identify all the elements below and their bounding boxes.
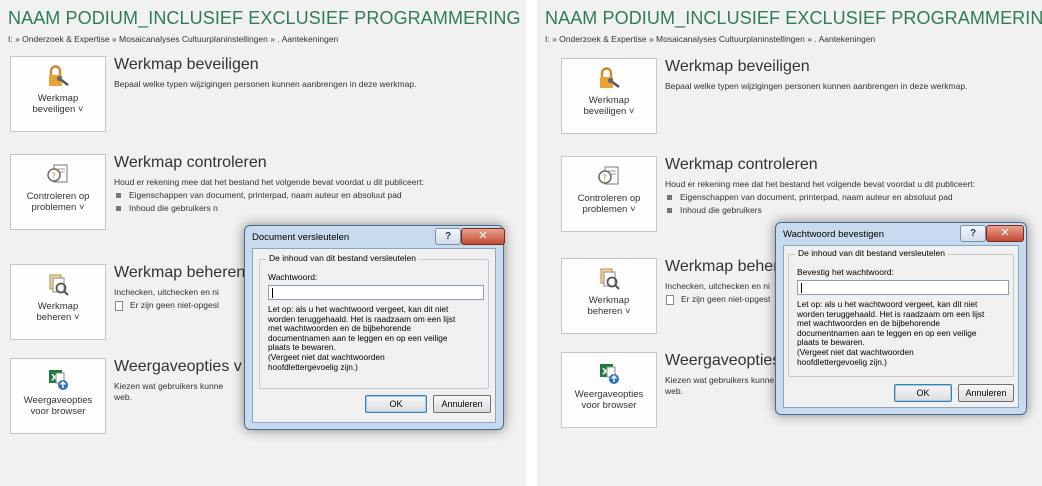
inspect-description: Houd er rekening mee dat het bestand het… [665,179,995,216]
lock-key-icon [600,67,620,88]
check-issues-button[interactable]: ? Controleren op problemen ˅ [10,154,106,230]
inspect-bullet-1: Eigenschappen van document, printerpad, … [665,192,995,203]
inspect-document-icon: ? [47,164,68,183]
password-input[interactable] [268,285,484,300]
workbook-title: NAAM PODIUM_INCLUSIEF EXCLUSIEF PROGRAMM… [8,8,526,28]
close-button[interactable]: ✕ [986,225,1024,242]
right-screenshot-panel: NAAM PODIUM_INCLUSIEF EXCLUSIEF PROGRAMM… [537,0,1042,486]
check-issues-button[interactable]: ? Controleren op problemen ˅ [561,156,657,232]
document-icon [666,294,674,305]
encrypt-group: De inhoud van dit bestand versleutelen W… [259,253,489,389]
protect-heading: Werkmap beveiligen [114,56,259,73]
inspect-tile-label-2: problemen ˅ [31,202,85,213]
inspect-bullet-2-text: Inhoud die gebruikers [680,205,762,215]
browser-view-options-button[interactable]: X Weergaveopties voor browser [10,358,106,434]
manage-tile-label-2: beheren ˅ [36,312,80,323]
browser-tile-label-2: voor browser [581,400,637,411]
protect-description: Bepaal welke typen wijzigingen personen … [114,79,417,89]
password-warning: Let op: als u het wachtwoord vergeet, ka… [797,299,984,367]
password-label: Wachtwoord: [268,272,318,282]
manage-description-text: Inchecken, uitchecken en ni [665,281,770,291]
encrypt-group: De inhoud van dit bestand versleutelen B… [788,248,1014,377]
text-caret [272,288,273,298]
dialog-body: De inhoud van dit bestand versleutelen B… [783,245,1019,408]
browser-tile-label-1: Weergaveopties [23,395,93,406]
protect-tile-label-2: beveiligen ˅ [583,106,635,117]
cancel-button[interactable]: Annuleren [958,384,1014,402]
svg-text:?: ? [52,172,56,181]
inspect-bullet-2: Inhoud die gebruikers n [114,203,444,214]
protect-description: Bepaal welke typen wijzigingen personen … [665,81,968,91]
help-button[interactable]: ? [435,228,461,245]
confirm-password-input[interactable] [797,280,1009,295]
dialog-body: De inhoud van dit bestand versleutelen W… [252,248,496,423]
browser-tile-label-1: Weergaveopties [574,389,644,400]
inspect-description-text: Houd er rekening mee dat het bestand het… [114,177,424,187]
manage-description-text: Inchecken, uitchecken en ni [114,287,219,297]
close-button[interactable]: ✕ [461,228,505,245]
workbook-title: NAAM PODIUM_INCLUSIEF EXCLUSIEF PROGRAMM… [545,8,1042,28]
inspect-bullet-1-text: Eigenschappen van document, printerpad, … [129,190,402,200]
inspect-document-icon: ? [598,166,619,185]
manage-heading: Werkmap beheren [114,264,246,281]
cancel-button[interactable]: Annuleren [433,395,491,413]
manage-tile-label-1: Werkmap [37,301,79,312]
inspect-bullet-2-text: Inhoud die gebruikers n [129,203,218,213]
lock-key-icon [49,65,69,86]
inspect-bullet-1: Eigenschappen van document, printerpad, … [114,190,444,201]
text-caret [801,283,802,293]
inspect-heading: Werkmap controleren [665,156,818,173]
inspect-description: Houd er rekening mee dat het bestand het… [114,177,444,214]
warning-line: hoofdlettergevoelig zijn.) [797,356,887,367]
dialog-title: Document versleutelen [252,232,350,243]
protect-tile-label-2: beveiligen ˅ [32,104,84,115]
group-legend: De inhoud van dit bestand versleutelen [266,253,419,263]
manage-workbook-button[interactable]: Werkmap beheren ˅ [10,264,106,340]
browser-heading: Weergaveopties v [665,352,793,369]
group-legend: De inhoud van dit bestand versleutelen [795,248,948,258]
breadcrumb: I: » Onderzoek & Expertise » Mosaicanaly… [8,34,339,44]
protect-tile-label-1: Werkmap [588,95,630,106]
left-screenshot-panel: NAAM PODIUM_INCLUSIEF EXCLUSIEF PROGRAMM… [0,0,526,486]
password-warning: Let op: als u het wachtwoord vergeet, ka… [268,304,455,372]
excel-browser-icon: X [49,370,68,390]
inspect-description-text: Houd er rekening mee dat het bestand het… [665,179,975,189]
browser-heading: Weergaveopties v [114,358,242,375]
confirm-password-dialog: Wachtwoord bevestigen ? ✕ De inhoud van … [775,222,1027,415]
ok-button[interactable]: OK [365,395,427,413]
browser-tile-label-2: voor browser [30,406,86,417]
inspect-bullet-2: Inhoud die gebruikers [665,205,995,216]
inspect-tile-label-1: Controleren op [577,193,641,204]
manage-workbook-button[interactable]: Werkmap beheren ˅ [561,258,657,334]
document-icon [115,300,123,311]
encrypt-document-dialog: Document versleutelen ? ✕ De inhoud van … [244,225,505,430]
protect-workbook-button[interactable]: Werkmap beveiligen ˅ [10,56,106,132]
manage-tile-label-2: beheren ˅ [587,306,631,317]
protect-workbook-button[interactable]: Werkmap beveiligen ˅ [561,58,657,134]
browser-view-options-button[interactable]: X Weergaveopties voor browser [561,352,657,428]
warning-line: hoofdlettergevoelig zijn.) [268,361,358,372]
inspect-tile-label-2: problemen ˅ [582,204,636,215]
breadcrumb: I: » Onderzoek & Expertise » Mosaicanaly… [545,34,876,44]
manage-workbook-icon [600,268,620,290]
inspect-heading: Werkmap controleren [114,154,267,171]
password-label: Bevestig het wachtwoord: [797,267,894,277]
help-button[interactable]: ? [960,225,986,242]
manage-tile-label-1: Werkmap [588,295,630,306]
manage-workbook-icon [49,274,69,296]
inspect-tile-label-1: Controleren op [26,191,90,202]
dialog-title: Wachtwoord bevestigen [783,229,885,240]
excel-browser-icon: X [600,364,619,384]
manage-item-text: Er zijn geen niet-opgest [681,294,771,304]
svg-text:?: ? [603,174,607,183]
manage-item-text: Er zijn geen niet-opgesl [130,300,219,310]
ok-button[interactable]: OK [894,384,952,402]
protect-heading: Werkmap beveiligen [665,58,810,75]
inspect-bullet-1-text: Eigenschappen van document, printerpad, … [680,192,953,202]
protect-tile-label-1: Werkmap [37,93,79,104]
